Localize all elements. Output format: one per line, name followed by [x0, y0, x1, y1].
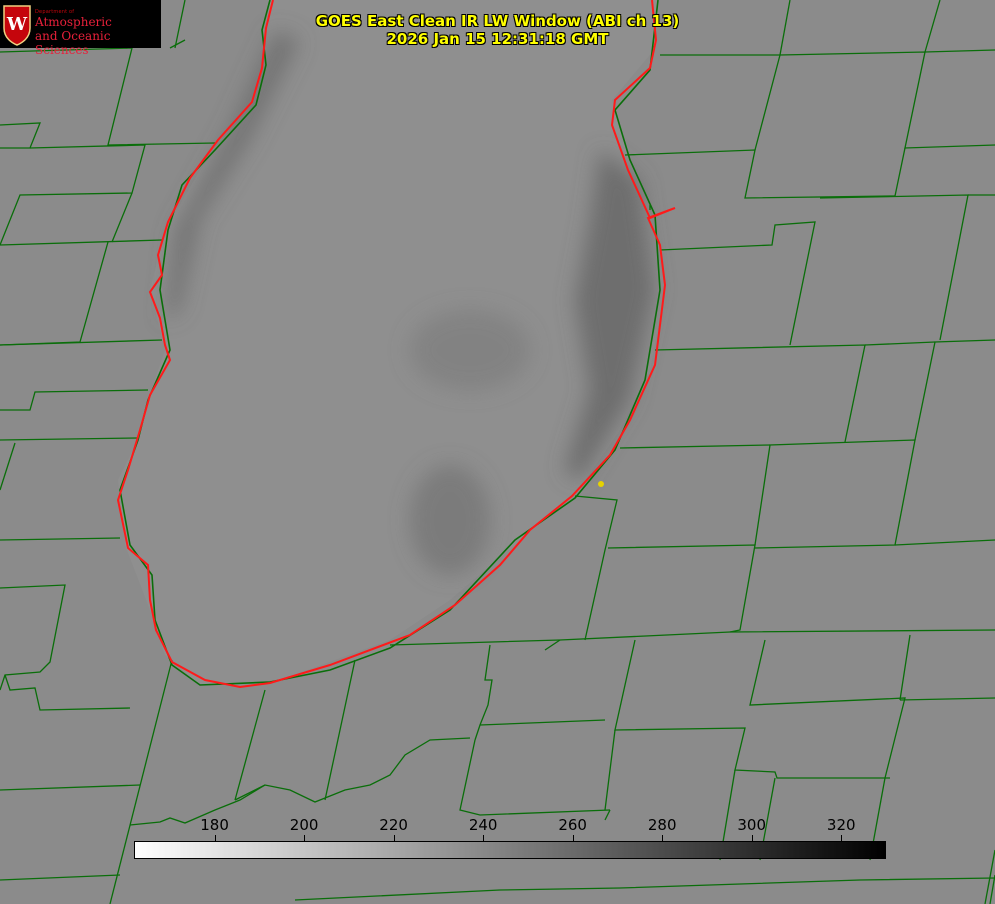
image-timestamp: 2026 Jan 15 12:31:18 GMT [386, 30, 609, 48]
dark-cluster [410, 310, 530, 390]
dark-cluster [410, 465, 490, 575]
colorbar-tick-label: 260 [558, 816, 587, 834]
colorbar-tick-label: 220 [379, 816, 408, 834]
satellite-map [0, 0, 995, 904]
colorbar-tick-label: 320 [826, 816, 856, 834]
colorbar-tick-label: 180 [200, 816, 229, 834]
image-title: GOES East Clean IR LW Window (ABI ch 13) [315, 12, 680, 30]
colorbar-tick-label: 280 [647, 816, 677, 834]
station-marker [598, 481, 604, 487]
colorbar-tick-label: 300 [737, 816, 767, 834]
colorbar-tick-label: 240 [468, 816, 498, 834]
colorbar-tick-label: 200 [289, 816, 319, 834]
colorbar [134, 841, 886, 859]
